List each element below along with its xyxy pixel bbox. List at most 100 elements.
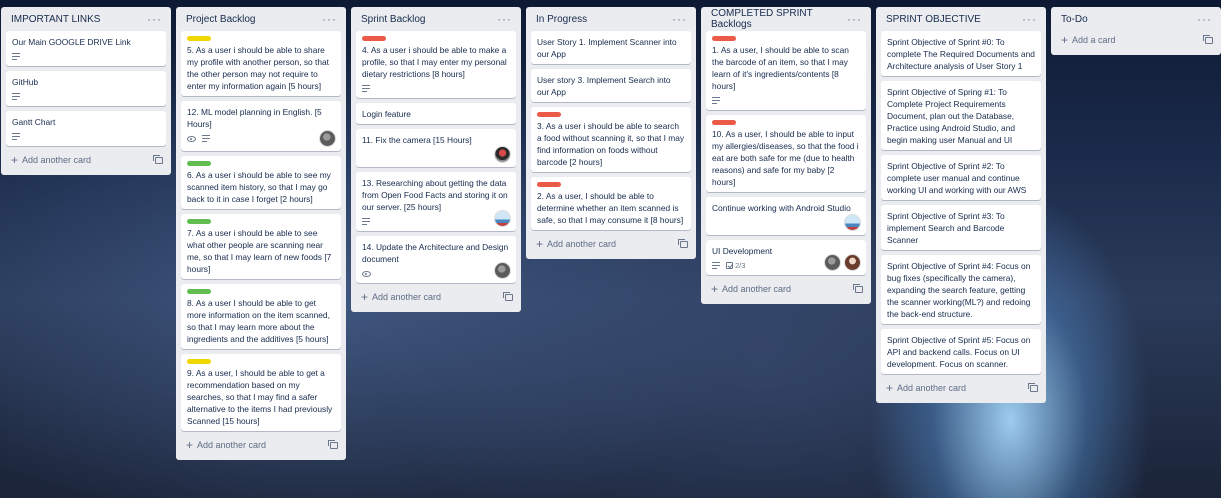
plus-icon: + (886, 381, 894, 395)
card-template-icon[interactable] (1028, 382, 1038, 392)
add-card-label: Add another card (372, 292, 442, 302)
card-title: Continue working with Android Studio (712, 203, 851, 213)
card[interactable]: Sprint Objective of Spring #1: To Comple… (881, 81, 1041, 150)
card[interactable]: Sprint Objective of Sprint #5: Focus on … (881, 329, 1041, 374)
member-avatar[interactable] (844, 214, 861, 231)
card[interactable]: 7. As a user i should be able to see wha… (181, 214, 341, 279)
list-menu-dots-icon[interactable]: ··· (1197, 13, 1212, 25)
list-header[interactable]: To-Do ··· (1056, 7, 1216, 31)
card-title: Our Main GOOGLE DRIVE Link (12, 37, 131, 47)
card-title: 5. As a user i should be able to share m… (187, 45, 329, 91)
member-avatar[interactable] (844, 254, 861, 271)
plus-icon: + (186, 438, 194, 452)
card[interactable]: User story 3. Implement Search into our … (531, 69, 691, 102)
add-card-button[interactable]: + Add another card (881, 379, 1041, 397)
card-template-icon[interactable] (153, 154, 163, 164)
card-title: 10. As a user, I should be able to input… (712, 129, 859, 187)
card[interactable]: 4. As a user i should be able to make a … (356, 31, 516, 98)
card-template-icon[interactable] (678, 238, 688, 248)
card-title: 7. As a user i should be able to see wha… (187, 228, 332, 274)
list-menu-dots-icon[interactable]: ··· (1022, 13, 1037, 25)
green-label[interactable] (187, 289, 211, 294)
list-title: IMPORTANT LINKS (11, 13, 101, 25)
add-card-button[interactable]: + Add a card (1056, 31, 1216, 49)
red-label[interactable] (537, 182, 561, 187)
card[interactable]: 12. ML model planning in English. [5 Hou… (181, 101, 341, 151)
red-label[interactable] (712, 120, 736, 125)
list-header[interactable]: Project Backlog ··· (181, 7, 341, 31)
card[interactable]: 6. As a user i should be able to see my … (181, 156, 341, 209)
card-title: 14. Update the Architecture and Design d… (362, 242, 509, 264)
card-title: Sprint Objective of Sprint #0: To comple… (887, 37, 1035, 71)
card[interactable]: Our Main GOOGLE DRIVE Link (6, 31, 166, 66)
card[interactable]: Sprint Objective of Sprint #0: To comple… (881, 31, 1041, 76)
description-icon (362, 85, 370, 93)
add-card-button[interactable]: + Add another card (6, 151, 166, 169)
checklist-badge: 2/3 (726, 260, 745, 272)
card[interactable]: Gantt Chart (6, 111, 166, 146)
list-header[interactable]: In Progress ··· (531, 7, 691, 31)
card[interactable]: 2. As a user, I should be able to determ… (531, 177, 691, 230)
card[interactable]: 3. As a user i should be able to search … (531, 107, 691, 172)
list-header[interactable]: COMPLETED SPRINT Backlogs ··· (706, 7, 866, 31)
add-card-label: Add another card (897, 383, 967, 393)
card-title: User story 3. Implement Search into our … (537, 75, 671, 97)
plus-icon: + (1061, 33, 1069, 47)
member-avatar[interactable] (494, 146, 511, 163)
card[interactable]: 1. As a user, I should be able to scan t… (706, 31, 866, 110)
card-template-icon[interactable] (503, 291, 513, 301)
card[interactable]: 11. Fix the camera [15 Hours] (356, 129, 516, 167)
list-header[interactable]: IMPORTANT LINKS ··· (6, 7, 166, 31)
card-template-icon[interactable] (853, 283, 863, 293)
yellow-label[interactable] (187, 36, 211, 41)
list-header[interactable]: Sprint Backlog ··· (356, 7, 516, 31)
plus-icon: + (11, 153, 19, 167)
card[interactable]: 13. Researching about getting the data f… (356, 172, 516, 231)
add-card-label: Add another card (22, 155, 92, 165)
watch-eye-icon (362, 270, 371, 277)
card[interactable]: User Story 1. Implement Scanner into our… (531, 31, 691, 64)
checklist-count: 2/3 (735, 260, 746, 270)
card[interactable]: 8. As a user I should be able to get mor… (181, 284, 341, 349)
card[interactable]: UI Development 2/3 (706, 240, 866, 275)
list-title: Project Backlog (186, 13, 256, 25)
member-avatar[interactable] (494, 210, 511, 227)
card[interactable]: 9. As a user, I should be able to get a … (181, 354, 341, 431)
card-title: 6. As a user i should be able to see my … (187, 170, 331, 204)
add-card-button[interactable]: + Add another card (356, 288, 516, 306)
list-menu-dots-icon[interactable]: ··· (847, 13, 862, 25)
add-card-label: Add a card (1072, 35, 1116, 45)
list-menu-dots-icon[interactable]: ··· (497, 13, 512, 25)
member-avatar[interactable] (494, 262, 511, 279)
card[interactable]: Continue working with Android Studio (706, 197, 866, 235)
list-sprint-backlog: Sprint Backlog ··· 4. As a user i should… (351, 7, 521, 312)
add-card-button[interactable]: + Add another card (181, 436, 341, 454)
card[interactable]: Sprint Objective of Sprint #4: Focus on … (881, 255, 1041, 324)
card[interactable]: 14. Update the Architecture and Design d… (356, 236, 516, 283)
card-template-icon[interactable] (1203, 34, 1213, 44)
plus-icon: + (536, 237, 544, 251)
card[interactable]: Sprint Objective of Sprint #3: To implem… (881, 205, 1041, 250)
yellow-label[interactable] (187, 359, 211, 364)
red-label[interactable] (362, 36, 386, 41)
card[interactable]: 5. As a user i should be able to share m… (181, 31, 341, 96)
card[interactable]: Login feature (356, 103, 516, 124)
green-label[interactable] (187, 219, 211, 224)
list-menu-dots-icon[interactable]: ··· (147, 13, 162, 25)
card[interactable]: Sprint Objective of Sprint #2: To comple… (881, 155, 1041, 200)
green-label[interactable] (187, 161, 211, 166)
card[interactable]: GitHub (6, 71, 166, 106)
card-template-icon[interactable] (328, 439, 338, 449)
list-menu-dots-icon[interactable]: ··· (672, 13, 687, 25)
list-title: Sprint Backlog (361, 13, 426, 25)
list-header[interactable]: SPRINT OBJECTIVE ··· (881, 7, 1041, 31)
add-card-button[interactable]: + Add another card (706, 280, 866, 298)
red-label[interactable] (712, 36, 736, 41)
add-card-button[interactable]: + Add another card (531, 235, 691, 253)
list-menu-dots-icon[interactable]: ··· (322, 13, 337, 25)
red-label[interactable] (537, 112, 561, 117)
member-avatar[interactable] (824, 254, 841, 271)
card[interactable]: 10. As a user, I should be able to input… (706, 115, 866, 192)
member-avatar[interactable] (319, 130, 336, 147)
card-title: 9. As a user, I should be able to get a … (187, 368, 333, 426)
